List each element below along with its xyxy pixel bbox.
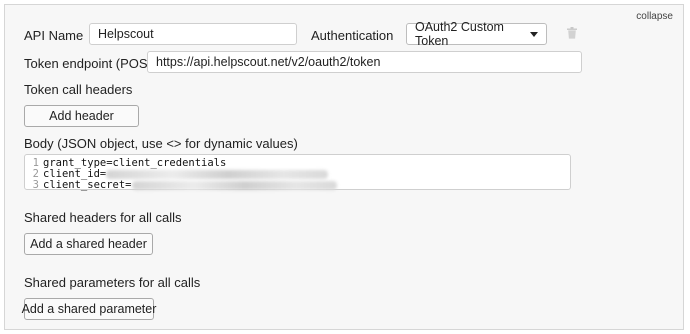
api-name-input[interactable]: Helpscout (89, 23, 297, 45)
code-line: 3 client_secret= (25, 180, 570, 191)
token-endpoint-input[interactable]: https://api.helpscout.net/v2/oauth2/toke… (147, 51, 582, 73)
token-call-headers-label: Token call headers (24, 82, 133, 97)
shared-headers-label: Shared headers for all calls (24, 210, 182, 225)
authentication-label: Authentication (311, 28, 394, 43)
trash-icon[interactable] (567, 27, 577, 42)
authentication-selected-value: OAuth2 Custom Token (415, 20, 504, 48)
shared-parameters-label: Shared parameters for all calls (24, 275, 201, 290)
redacted-value (131, 181, 337, 190)
authentication-select[interactable]: OAuth2 Custom Token (406, 20, 547, 48)
code-line: 1 grant_type=client_credentials (25, 158, 570, 169)
redacted-value (106, 170, 329, 179)
body-code-editor[interactable]: 1 grant_type=client_credentials 2 client… (24, 154, 571, 191)
add-shared-header-button[interactable]: Add a shared header (24, 233, 153, 255)
add-shared-parameter-button[interactable]: Add a shared parameter (22, 298, 156, 320)
line-number: 3 (32, 179, 39, 191)
token-endpoint-value: https://api.helpscout.net/v2/oauth2/toke… (156, 55, 381, 69)
api-name-label: API Name (24, 28, 84, 43)
body-label: Body (JSON object, use <> for dynamic va… (24, 136, 298, 151)
api-name-value: Helpscout (98, 27, 154, 41)
add-header-button[interactable]: Add header (24, 105, 139, 127)
chevron-down-icon (530, 31, 538, 37)
code-text: client_secret= (43, 179, 132, 191)
api-settings-panel: collapse API Name Helpscout Authenticati… (4, 4, 684, 330)
collapse-link[interactable]: collapse (636, 11, 673, 22)
token-endpoint-label: Token endpoint (POST) (24, 56, 160, 71)
